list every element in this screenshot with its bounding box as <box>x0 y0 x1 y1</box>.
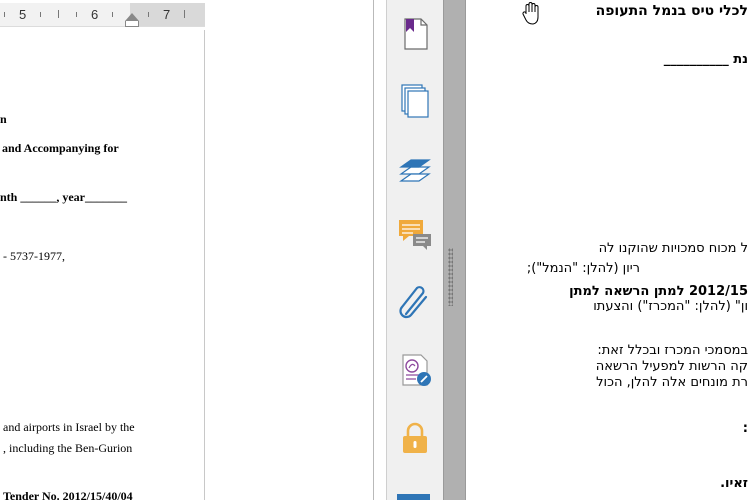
doc-line: n <box>0 112 7 126</box>
layers-icon <box>399 159 431 182</box>
attachments-tool-button[interactable] <box>397 284 433 320</box>
ruler-mark-6: 6 <box>91 7 99 22</box>
security-tool-button[interactable] <box>397 420 433 456</box>
more-tools-icon[interactable] <box>397 494 430 500</box>
paperclip-icon <box>399 286 428 319</box>
doc-line: - 5737-1977, <box>3 249 65 263</box>
sign-tool-button[interactable] <box>397 352 433 388</box>
doc-line: Tender No. 2012/15/40/04 <box>3 489 133 500</box>
ruler-tick <box>4 12 5 17</box>
sign-certificate-icon <box>402 354 431 386</box>
pdf-line: זאיו. <box>720 476 748 491</box>
comments-tool-button[interactable] <box>397 216 433 252</box>
ruler-tick <box>112 12 113 17</box>
pages-icon <box>401 84 429 118</box>
doc-line: nth ______, year_______ <box>0 190 127 204</box>
pdf-line: ון" (להלן: "המכרז") והצעתו <box>593 299 748 314</box>
ruler-mark-7: 7 <box>163 7 171 22</box>
pages-tool-button[interactable] <box>397 82 433 118</box>
vertical-scrollbar[interactable] <box>443 0 466 500</box>
pane-divider <box>373 0 374 500</box>
ruler-tick <box>148 12 149 17</box>
pdf-line: קה הרשות למפעיל הרשאה <box>595 359 748 374</box>
resize-grip[interactable] <box>448 248 453 306</box>
pdf-line: ל מכוח סמכויות שהוקנו לה <box>598 241 748 256</box>
navigation-toolbar <box>386 0 443 500</box>
pdf-line: במסמכי המכרז ובכלל זאת: <box>597 343 748 358</box>
layers-tool-button[interactable] <box>397 150 433 186</box>
ruler-tick <box>40 12 41 17</box>
comment-icon <box>399 220 431 250</box>
word-document-pane: 5 6 7 n and Accompanying for nth ______,… <box>0 0 205 500</box>
ruler-tick <box>76 12 77 17</box>
ruler-tick <box>184 10 185 18</box>
horizontal-ruler[interactable]: 5 6 7 <box>0 3 205 27</box>
right-indent-box[interactable] <box>125 21 139 27</box>
doc-line: and airports in Israel by the <box>3 420 135 434</box>
pdf-line: נת __________ <box>663 52 748 67</box>
pdf-line: : <box>742 421 748 436</box>
pdf-line: רת מונחים אלה להלן, הכול <box>596 375 748 390</box>
pdf-page: לכלי טיס בנמל התעופה נת __________ ל מכו… <box>467 0 750 500</box>
pdf-line: 2012/15 למתן הרשאה למתן <box>569 284 748 299</box>
pdf-heading: לכלי טיס בנמל התעופה <box>595 3 748 19</box>
ruler-mark-5: 5 <box>19 7 27 22</box>
pdf-line: ריון (להלן: "הנמל"); <box>526 261 640 276</box>
page-edge <box>204 30 205 500</box>
ruler-tick <box>58 10 59 18</box>
bookmark-page-icon <box>404 18 428 50</box>
doc-line: and Accompanying for <box>2 141 119 155</box>
bookmark-tool-button[interactable] <box>397 16 433 52</box>
hand-cursor-icon <box>522 2 539 25</box>
doc-line: , including the Ben-Gurion <box>3 441 133 455</box>
lock-icon <box>403 422 427 453</box>
right-indent-marker[interactable] <box>125 13 139 21</box>
